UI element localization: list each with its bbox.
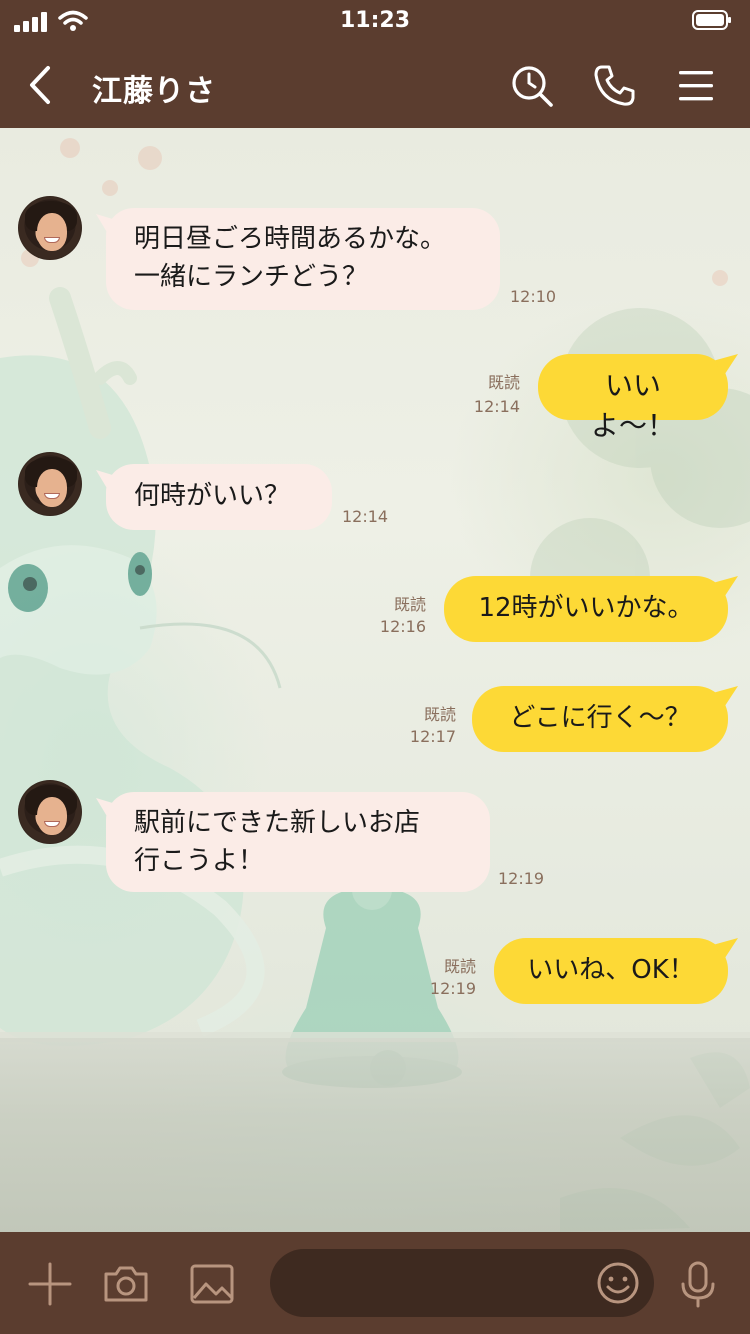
- status-time: 11:23: [339, 8, 411, 33]
- message-time: 12:19: [429, 979, 476, 998]
- camera-icon[interactable]: [102, 1260, 150, 1308]
- read-receipt: 既読: [443, 957, 476, 976]
- message-time: 12:14: [342, 507, 389, 526]
- message-time: 12:17: [409, 727, 456, 746]
- avatar[interactable]: [18, 452, 82, 516]
- avatar[interactable]: [18, 196, 82, 260]
- menu-icon[interactable]: [672, 62, 720, 110]
- avatar-face: [37, 797, 67, 835]
- message-bubble-outgoing[interactable]: いいよ〜！: [538, 354, 728, 442]
- message-bubble-outgoing[interactable]: いいね、OK！: [494, 938, 728, 1004]
- read-receipt: 既読: [487, 373, 520, 392]
- read-receipt: 既読: [423, 705, 456, 724]
- microphone-icon[interactable]: [674, 1260, 722, 1308]
- message-bubble-outgoing[interactable]: 12時がいいかな。: [444, 576, 728, 642]
- read-receipt: 既読: [393, 595, 426, 614]
- message-bubble-incoming[interactable]: 何時がいい？: [106, 464, 332, 530]
- input-bar: [0, 1232, 750, 1334]
- avatar-face: [37, 469, 67, 507]
- message-bubble-outgoing[interactable]: どこに行く〜？: [472, 686, 728, 752]
- message-bubble-incoming[interactable]: 明日昼ごろ時間あるかな。 一緒にランチどう？: [106, 208, 500, 310]
- avatar-face: [37, 213, 67, 251]
- stone-ledge: [0, 1038, 750, 1232]
- message-time: 12:14: [473, 397, 520, 416]
- chat-header: 江藤りさ: [0, 44, 750, 128]
- chat-area[interactable]: 明日昼ごろ時間あるかな。 一緒にランチどう？ 12:10 既読 12:14 いい…: [0, 128, 750, 1232]
- status-bar: 11:23: [0, 0, 750, 44]
- image-icon[interactable]: [188, 1260, 236, 1308]
- phone-icon[interactable]: [590, 62, 638, 110]
- back-chevron-icon[interactable]: [22, 64, 62, 106]
- message-time: 12:10: [510, 287, 557, 306]
- message-bubble-incoming[interactable]: 駅前にできた新しいお店 行こうよ！: [106, 792, 490, 892]
- emoji-icon[interactable]: [596, 1261, 640, 1305]
- avatar[interactable]: [18, 780, 82, 844]
- chat-title: 江藤りさ: [92, 74, 216, 109]
- search-icon[interactable]: [508, 62, 556, 110]
- plus-icon[interactable]: [26, 1260, 74, 1308]
- message-time: 12:16: [379, 617, 426, 636]
- top-bar: 11:23 江藤りさ: [0, 0, 750, 128]
- battery-icon: [692, 10, 731, 30]
- message-time: 12:19: [498, 869, 545, 888]
